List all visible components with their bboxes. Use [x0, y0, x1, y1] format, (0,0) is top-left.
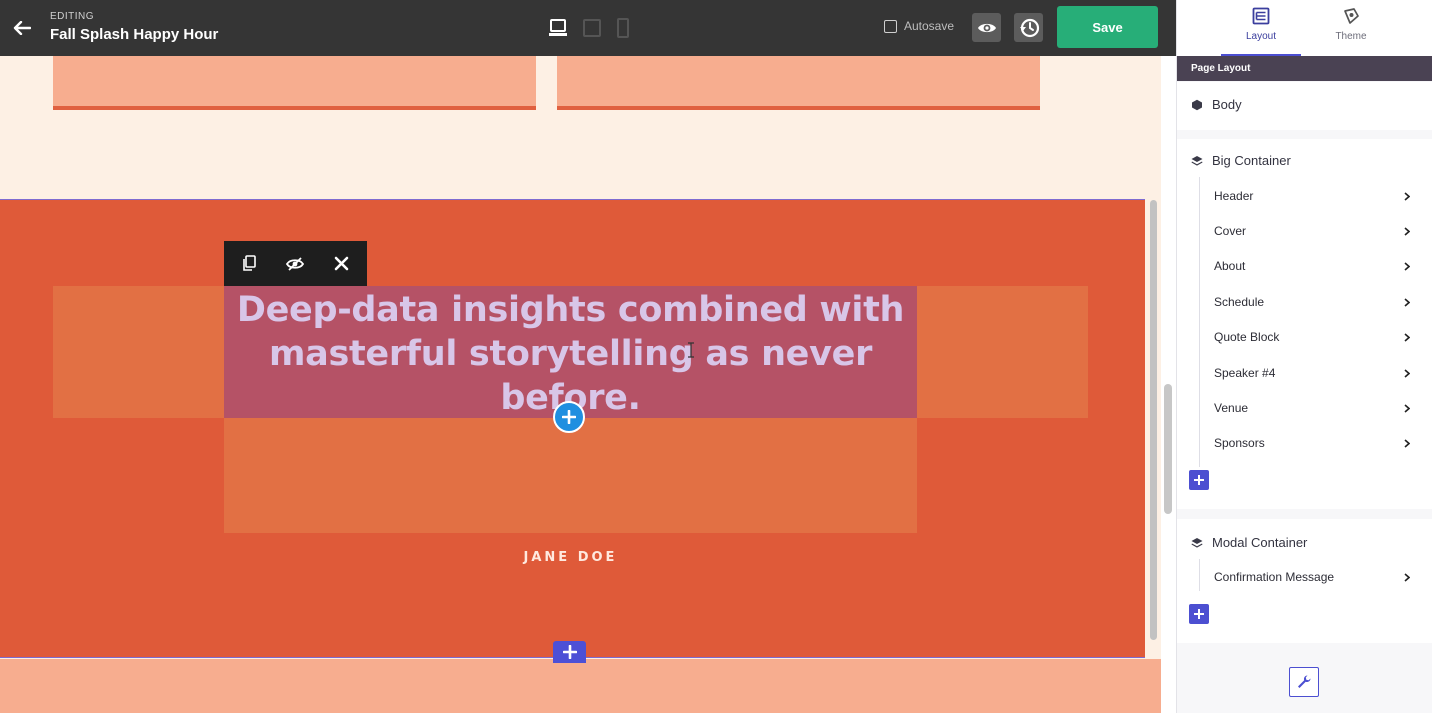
tree-body-label: Body	[1212, 97, 1242, 112]
tablet-icon	[583, 19, 601, 37]
back-arrow-icon	[13, 21, 31, 35]
element-toolbar	[224, 241, 367, 286]
eye-icon	[977, 23, 996, 32]
tree-item-speaker-4[interactable]: Speaker #4	[1214, 361, 1410, 385]
tree-item-venue[interactable]: Venue	[1214, 396, 1410, 420]
plus-icon	[1194, 475, 1204, 485]
close-icon	[335, 256, 349, 271]
device-switcher	[548, 16, 630, 40]
save-button[interactable]: Save	[1057, 6, 1158, 48]
tree-item-header[interactable]: Header	[1214, 184, 1410, 208]
tree-item-confirmation-message[interactable]: Confirmation Message	[1214, 565, 1410, 589]
tree-item-sponsors[interactable]: Sponsors	[1214, 431, 1410, 455]
tree-item-label: Confirmation Message	[1214, 570, 1335, 584]
mobile-icon	[617, 18, 629, 38]
autosave-label: Autosave	[904, 19, 955, 33]
desktop-view-button[interactable]	[548, 18, 568, 38]
tree-item-label: Quote Block	[1214, 330, 1280, 344]
settings-button[interactable]	[1289, 667, 1319, 697]
next-section[interactable]	[0, 659, 1161, 713]
chevron-right-icon	[1404, 191, 1410, 201]
speaker-name[interactable]: JANE DOE	[224, 550, 917, 565]
plus-icon	[1194, 609, 1204, 619]
add-section-button[interactable]	[553, 641, 586, 663]
tab-theme[interactable]: Theme	[1311, 0, 1391, 54]
wrench-icon	[1298, 675, 1311, 688]
theme-icon	[1344, 8, 1359, 24]
tree-item-label: About	[1214, 259, 1246, 273]
chevron-right-icon	[1404, 438, 1410, 448]
autosave-checkbox[interactable]	[884, 19, 897, 33]
tab-layout[interactable]: Layout	[1221, 0, 1301, 56]
editor-scrollbar[interactable]	[1164, 384, 1172, 514]
content-card[interactable]	[53, 56, 536, 110]
back-button[interactable]	[10, 14, 34, 42]
desktop-icon	[549, 19, 567, 36]
page-canvas: Deep-data insights combined with masterf…	[0, 56, 1161, 713]
mobile-view-button[interactable]	[616, 18, 630, 38]
duplicate-icon	[243, 255, 256, 271]
chevron-right-icon	[1404, 332, 1410, 342]
tree-big-container-label: Big Container	[1212, 153, 1291, 168]
editing-label: EDITING	[50, 11, 95, 22]
canvas-scrollbar[interactable]	[1150, 200, 1157, 640]
close-toolbar-button[interactable]	[327, 249, 357, 279]
modal-container-block: Modal Container Confirmation Message	[1177, 519, 1432, 643]
content-card[interactable]	[557, 56, 1040, 110]
tree-item-label: Sponsors	[1214, 436, 1265, 450]
quote-block-section[interactable]: Deep-data insights combined with masterf…	[0, 199, 1145, 658]
hide-icon	[286, 256, 305, 271]
body-block: Body	[1177, 82, 1432, 130]
layers-icon	[1191, 155, 1203, 166]
page-layout-header: Page Layout	[1177, 56, 1432, 81]
chevron-right-icon	[1404, 403, 1410, 413]
chevron-right-icon	[1404, 572, 1410, 582]
history-button[interactable]	[1014, 13, 1043, 42]
autosave-toggle[interactable]: Autosave	[884, 19, 954, 33]
layers-icon	[1191, 537, 1203, 548]
tab-layout-label: Layout	[1245, 31, 1277, 42]
hide-element-button[interactable]	[280, 249, 310, 279]
tree-item-quote-block[interactable]: Quote Block	[1214, 325, 1410, 349]
layout-panel: Layout Theme Page Layout Body Big Contai…	[1176, 0, 1432, 713]
add-section-to-modal-container-button[interactable]	[1189, 604, 1209, 624]
tree-item-label: Schedule	[1214, 295, 1265, 309]
panel-tabs: Layout Theme	[1177, 0, 1432, 56]
cube-icon	[1192, 99, 1202, 110]
chevron-right-icon	[1404, 261, 1410, 271]
chevron-right-icon	[1404, 226, 1410, 236]
text-cursor-icon	[688, 342, 694, 358]
tree-item-label: Header	[1214, 189, 1254, 203]
preview-button[interactable]	[972, 13, 1001, 42]
add-element-button[interactable]	[553, 401, 585, 433]
tree-big-container[interactable]: Big Container	[1191, 153, 1291, 168]
chevron-right-icon	[1404, 368, 1410, 378]
tree-modal-container[interactable]: Modal Container	[1191, 535, 1307, 550]
tree-guide-line	[1199, 559, 1200, 591]
tree-item-label: Cover	[1214, 224, 1247, 238]
tree-guide-line	[1199, 177, 1200, 467]
big-container-block: Big Container Header Cover About Schedul…	[1177, 139, 1432, 509]
history-icon	[1019, 18, 1039, 37]
layout-icon	[1252, 7, 1270, 25]
tree-item-label: Venue	[1214, 401, 1249, 415]
add-section-to-big-container-button[interactable]	[1189, 470, 1209, 490]
tree-modal-container-label: Modal Container	[1212, 535, 1308, 550]
tab-theme-label: Theme	[1335, 31, 1367, 42]
tablet-view-button[interactable]	[582, 18, 602, 38]
chevron-right-icon	[1404, 297, 1410, 307]
plus-icon	[562, 410, 576, 424]
tree-item-label: Speaker #4	[1214, 366, 1276, 380]
quote-text-element[interactable]: Deep-data insights combined with masterf…	[224, 286, 917, 418]
tree-item-about[interactable]: About	[1214, 254, 1410, 278]
page-title: Fall Splash Happy Hour	[50, 26, 219, 43]
plus-icon	[562, 645, 577, 659]
editor-toolbar: EDITING Fall Splash Happy Hour Autosave	[0, 0, 1176, 56]
tree-item-cover[interactable]: Cover	[1214, 219, 1410, 243]
duplicate-button[interactable]	[234, 249, 264, 279]
tree-item-schedule[interactable]: Schedule	[1214, 290, 1410, 314]
tree-body[interactable]: Body	[1191, 97, 1242, 112]
